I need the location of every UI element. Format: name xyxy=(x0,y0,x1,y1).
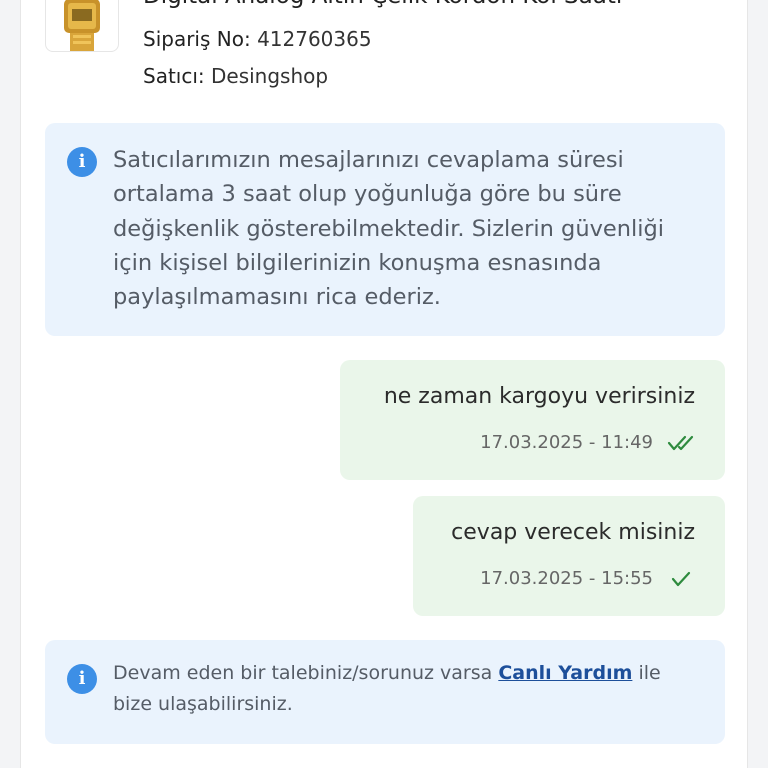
check-icon xyxy=(671,571,691,586)
message-meta: 17.03.2025 - 15:55 xyxy=(480,568,695,589)
message-text: cevap verecek misiniz xyxy=(451,520,695,545)
order-number-row: Sipariş No: 412760365 xyxy=(143,27,372,51)
order-number-label: Sipariş No: xyxy=(143,27,251,51)
message-meta: 17.03.2025 - 11:49 xyxy=(480,432,695,453)
seller-name: Desingshop xyxy=(211,64,329,88)
seller-row: Satıcı: Desingshop xyxy=(143,64,328,88)
info-icon: i xyxy=(67,147,97,177)
message-bubble: ne zaman kargoyu verirsiniz 17.03.2025 -… xyxy=(340,360,725,480)
chat-page: Digital Analog Altın Çelik Kordon Kol Sa… xyxy=(0,0,768,768)
message-timestamp: 17.03.2025 - 15:55 xyxy=(480,568,653,589)
watch-image xyxy=(64,0,100,51)
seller-label: Satıcı: xyxy=(143,64,205,88)
double-check-icon xyxy=(667,435,694,450)
live-help-notice: i Devam eden bir talebiniz/sorunuz varsa… xyxy=(45,640,725,744)
conversation-card: Digital Analog Altın Çelik Kordon Kol Sa… xyxy=(20,0,748,768)
info-icon: i xyxy=(67,664,97,694)
notice-text: Satıcılarımızın mesajlarınızı cevaplama … xyxy=(113,147,665,311)
help-text: Devam eden bir talebiniz/sorunuz varsa C… xyxy=(113,658,699,720)
help-text-before: Devam eden bir talebiniz/sorunuz varsa xyxy=(113,662,493,684)
product-image[interactable] xyxy=(45,0,119,52)
message-bubble: cevap verecek misiniz 17.03.2025 - 15:55 xyxy=(413,496,725,616)
product-title[interactable]: Digital Analog Altın Çelik Kordon Kol Sa… xyxy=(143,0,622,9)
response-time-notice: i Satıcılarımızın mesajlarınızı cevaplam… xyxy=(45,123,725,336)
live-help-link[interactable]: Canlı Yardım xyxy=(498,662,632,684)
message-text: ne zaman kargoyu verirsiniz xyxy=(383,384,695,409)
order-number-value: 412760365 xyxy=(257,27,372,51)
product-header: Digital Analog Altın Çelik Kordon Kol Sa… xyxy=(45,0,725,90)
message-timestamp: 17.03.2025 - 11:49 xyxy=(480,432,653,453)
